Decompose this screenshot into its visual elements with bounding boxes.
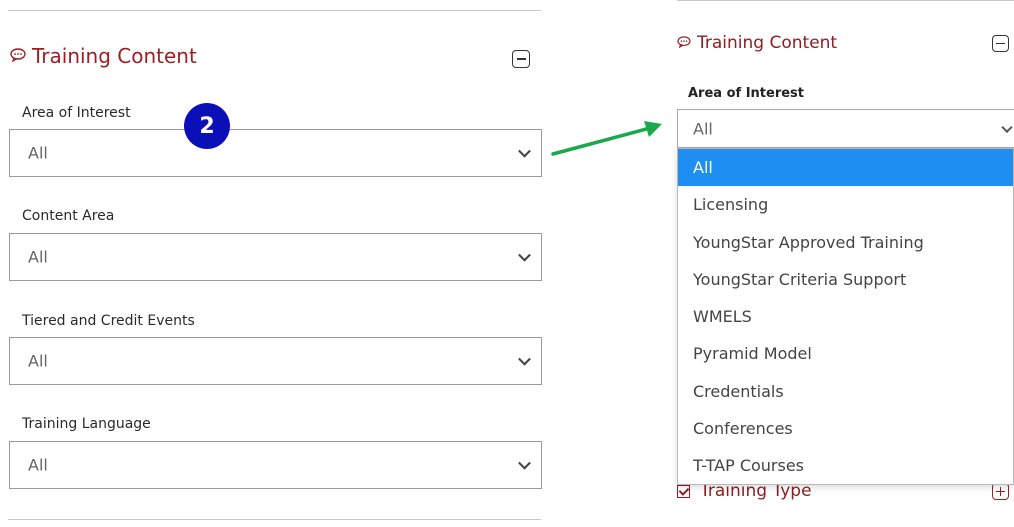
chevron-down-icon <box>518 456 531 470</box>
selected-value: All <box>28 143 48 163</box>
bottom-divider <box>8 519 541 520</box>
chevron-down-icon <box>518 144 531 158</box>
selected-value: All <box>28 351 48 371</box>
selected-value: All <box>28 455 48 475</box>
dropdown-option[interactable]: Licensing <box>678 186 1013 223</box>
dropdown-option[interactable]: T-TAP Courses <box>678 447 1013 484</box>
dropdown-option[interactable]: All <box>678 149 1013 187</box>
dropdown-option[interactable]: YoungStar Approved Training <box>678 224 1013 261</box>
selected-value: All <box>693 119 713 138</box>
content-area-select[interactable]: All <box>9 233 542 281</box>
tiered-credit-events-label: Tiered and Credit Events <box>22 313 195 329</box>
tiered-credit-events-select[interactable]: All <box>9 337 542 385</box>
area-of-interest-label: Area of Interest <box>22 105 131 121</box>
chevron-down-icon <box>518 248 531 262</box>
collapse-section-button[interactable] <box>512 50 530 68</box>
dropdown-option[interactable]: YoungStar Criteria Support <box>678 261 1013 298</box>
area-of-interest-select[interactable]: All <box>9 129 542 177</box>
dropdown-option[interactable]: Pyramid Model <box>678 335 1013 372</box>
section-header-training-content[interactable]: Training Content <box>10 44 197 68</box>
right-area-of-interest-select[interactable]: All <box>677 109 1014 148</box>
right-top-divider <box>677 0 1014 1</box>
plus-icon-vertical <box>999 487 1002 496</box>
chevron-down-icon <box>518 352 531 366</box>
right-section-header-training-content[interactable]: Training Content <box>677 33 837 53</box>
expand-section-button[interactable] <box>992 483 1009 500</box>
right-area-of-interest-label: Area of Interest <box>688 86 805 101</box>
step-number-badge: 2 <box>184 103 230 149</box>
dropdown-option[interactable]: WMELS <box>678 298 1013 335</box>
minus-icon <box>996 42 1005 45</box>
area-of-interest-dropdown-list: All Licensing YoungStar Approved Trainin… <box>677 148 1014 485</box>
dropdown-option[interactable]: Conferences <box>678 410 1013 447</box>
right-collapse-section-button[interactable] <box>992 35 1009 52</box>
checkbox-icon <box>677 484 690 498</box>
top-divider <box>8 10 541 11</box>
selected-value: All <box>28 247 48 267</box>
green-arrow-icon <box>551 121 662 156</box>
dropdown-option[interactable]: Credentials <box>678 373 1013 410</box>
chevron-down-icon <box>1001 121 1013 133</box>
speech-bubble-icon <box>10 47 26 65</box>
section-title: Training Content <box>32 44 197 68</box>
content-area-label: Content Area <box>22 208 115 224</box>
section-title: Training Content <box>697 33 838 53</box>
speech-bubble-icon <box>677 35 691 51</box>
minus-icon <box>516 58 526 60</box>
training-language-label: Training Language <box>22 416 151 432</box>
training-language-select[interactable]: All <box>9 441 542 489</box>
